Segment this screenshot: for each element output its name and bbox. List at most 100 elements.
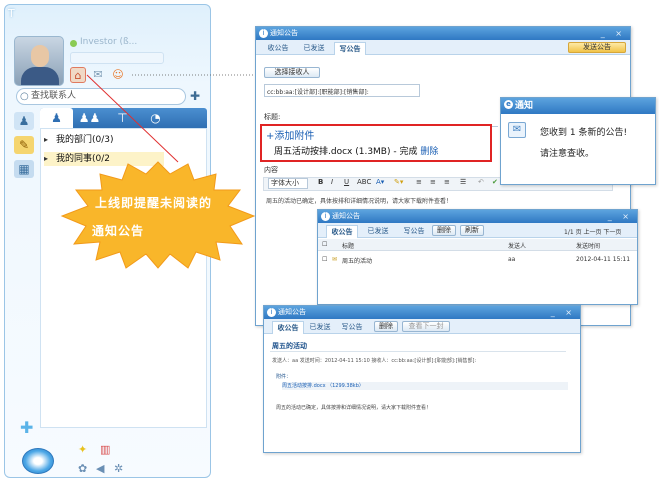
tab-sent[interactable]: 已发送 — [362, 225, 394, 238]
callout-line-2: 通知公告 — [92, 224, 145, 238]
align-left-button[interactable]: ≡ — [416, 178, 422, 186]
callout-line-1: 上线即提醒未阅读的 — [95, 196, 213, 210]
italic-button[interactable]: I — [331, 178, 333, 186]
send-notice-button[interactable]: 发送公告 — [568, 42, 626, 53]
toast-submessage: 请注意查收。 — [540, 149, 595, 159]
settings-icon[interactable]: ✿ — [78, 462, 87, 475]
unread-icon: ✉ — [332, 256, 338, 263]
window-title: 通知公告 — [278, 308, 306, 316]
toast-titlebar: e 通知 — [501, 98, 655, 114]
notice-icon: ✉ — [508, 122, 526, 138]
add-icon[interactable]: ✚ — [20, 418, 33, 437]
signature-field[interactable] — [70, 52, 164, 64]
notification-toast: e 通知 — [500, 97, 656, 185]
toast-message[interactable]: 您收到 1 条新的公告! — [540, 125, 627, 138]
notice-body-text[interactable]: 周五的活动已确定，具体按排和详细情况说明，请大家下载附件查看！ — [266, 196, 452, 205]
strike-button[interactable]: ABC — [357, 178, 371, 186]
delete-attachment-link[interactable]: 删除 — [420, 147, 438, 157]
notice-icon[interactable]: ⌂ — [70, 67, 86, 83]
window-icon: i — [267, 308, 276, 317]
window-controls[interactable]: _ × — [551, 306, 576, 319]
next-notice-button[interactable]: 查看下一封 — [402, 321, 450, 332]
underline-button[interactable]: U — [344, 178, 349, 186]
tab-compose[interactable]: 写公告 — [334, 42, 366, 55]
toast-title: 通知 — [515, 101, 534, 111]
notice-meta: 发送人：aa 发送时间：2012-04-11 15:10 接收人：cc:bb:a… — [272, 358, 477, 364]
people-icon[interactable]: ♟ — [14, 112, 34, 130]
undo-button[interactable]: ↶ — [478, 178, 484, 186]
search-input[interactable]: 查找联系人 — [16, 88, 186, 105]
avatar[interactable] — [14, 36, 64, 86]
mail-icon[interactable]: ✉ — [90, 67, 106, 83]
callout-starburst — [60, 161, 256, 269]
select-all-checkbox[interactable]: ☐ — [322, 241, 327, 248]
notice-body: 周五的活动已确定，具体按排和详细情况说明，请大家下载附件查看！ — [276, 405, 432, 411]
col-title[interactable]: 标题 — [342, 241, 354, 250]
attachment-link[interactable]: 周五活动按排.docx （1299.38kb） — [282, 382, 568, 390]
window-controls[interactable]: _ × — [608, 210, 633, 223]
tab-sent[interactable]: 已发送 — [298, 42, 330, 55]
tab-bar: 收公告 已发送 写公告 删除 查看下一封 — [264, 319, 580, 334]
add-attachment-link[interactable]: +添加附件 — [266, 127, 314, 142]
window-titlebar[interactable]: i 通知公告 _ × — [264, 306, 580, 319]
toast-logo-icon: e — [504, 100, 513, 109]
announcement-icon[interactable]: ✎ — [14, 136, 34, 154]
tab-recent[interactable]: ◔ — [139, 108, 172, 128]
bulb-icon[interactable]: ✦ — [78, 443, 87, 456]
subject-label: 标题: — [264, 113, 281, 121]
im-title: T — [8, 7, 15, 20]
nickname: Investor (ß... — [80, 37, 138, 47]
delete-button[interactable]: 删除 — [432, 225, 456, 236]
col-sender[interactable]: 发送人 — [508, 241, 526, 250]
divider — [270, 351, 566, 352]
list-item-group[interactable]: ▸ 我的部门(0/3) — [44, 133, 114, 147]
table-row-title[interactable]: 周五的活动 — [342, 256, 372, 265]
list-button[interactable]: ☰ — [460, 178, 466, 186]
align-right-button[interactable]: ≡ — [444, 178, 450, 186]
tab-compose[interactable]: 写公告 — [398, 225, 430, 238]
col-time[interactable]: 发送时间 — [576, 241, 600, 250]
tab-bar: 收公告 已发送 写公告 删除 刷新 1/1 页 上一页 下一页 — [318, 223, 637, 238]
align-center-button[interactable]: ≡ — [430, 178, 436, 186]
recipients-field[interactable]: cc:bb:aa:[设计部]:[职能部]:[销售部]: — [264, 84, 420, 97]
highlight-button[interactable]: ✎▾ — [394, 178, 403, 186]
attachment-item: 周五活动按排.docx (1.3MB) - 完成 删除 — [274, 144, 438, 157]
tab-inbox[interactable]: 收公告 — [272, 321, 304, 334]
search-icon: ○ — [20, 91, 29, 102]
row-checkbox[interactable]: ☐ — [322, 256, 327, 263]
tab-compose[interactable]: 写公告 — [336, 321, 368, 334]
tools-icon[interactable]: ✲ — [114, 462, 123, 475]
tab-inbox[interactable]: 收公告 — [326, 225, 358, 238]
window-titlebar[interactable]: i 通知公告 _ × — [256, 27, 630, 40]
tab-organization[interactable]: ⊤ — [106, 108, 139, 128]
attachment-label: 附件： — [276, 374, 292, 380]
select-recipients-button[interactable]: 选择接收人 — [264, 67, 320, 78]
add-contact-icon[interactable]: ✚ — [190, 89, 200, 103]
font-size-select[interactable]: 字体大小 — [268, 178, 308, 189]
window-titlebar[interactable]: i 通知公告 _ × — [318, 210, 637, 223]
chart-icon[interactable]: ▥ — [100, 443, 110, 456]
tab-sent[interactable]: 已发送 — [304, 321, 336, 334]
window-icon: i — [259, 29, 268, 38]
app-icon[interactable]: ☺ — [110, 67, 126, 83]
tab-groups[interactable]: ♟♟ — [73, 108, 106, 128]
notice-subject: 周五的活动 — [272, 342, 307, 350]
notice-detail-window: i 通知公告 _ × 收公告 已发送 写公告 删除 查看下一封 — [263, 305, 581, 453]
font-color-button[interactable]: A▾ — [376, 178, 384, 186]
pager[interactable]: 1/1 页 上一页 下一页 — [564, 227, 621, 236]
bold-button[interactable]: B — [318, 178, 323, 186]
online-status-icon[interactable] — [70, 40, 77, 47]
calendar-icon[interactable]: ▦ — [14, 160, 34, 178]
refresh-button[interactable]: 刷新 — [460, 225, 484, 236]
tab-bar: 收公告 已发送 写公告 发送公告 — [256, 40, 630, 55]
delete-button[interactable]: 删除 — [374, 321, 398, 332]
table-row-time: 2012-04-11 15:11 — [576, 256, 631, 263]
sound-icon[interactable]: ◀ — [96, 462, 104, 475]
tab-contacts[interactable]: ♟ — [40, 108, 73, 128]
table-row-sender: aa — [508, 256, 516, 263]
window-controls[interactable]: _ × — [601, 27, 626, 40]
tab-inbox[interactable]: 收公告 — [262, 42, 294, 55]
window-icon: i — [321, 212, 330, 221]
main-menu-logo[interactable] — [22, 448, 54, 474]
link-button[interactable]: ✔ — [492, 178, 498, 186]
